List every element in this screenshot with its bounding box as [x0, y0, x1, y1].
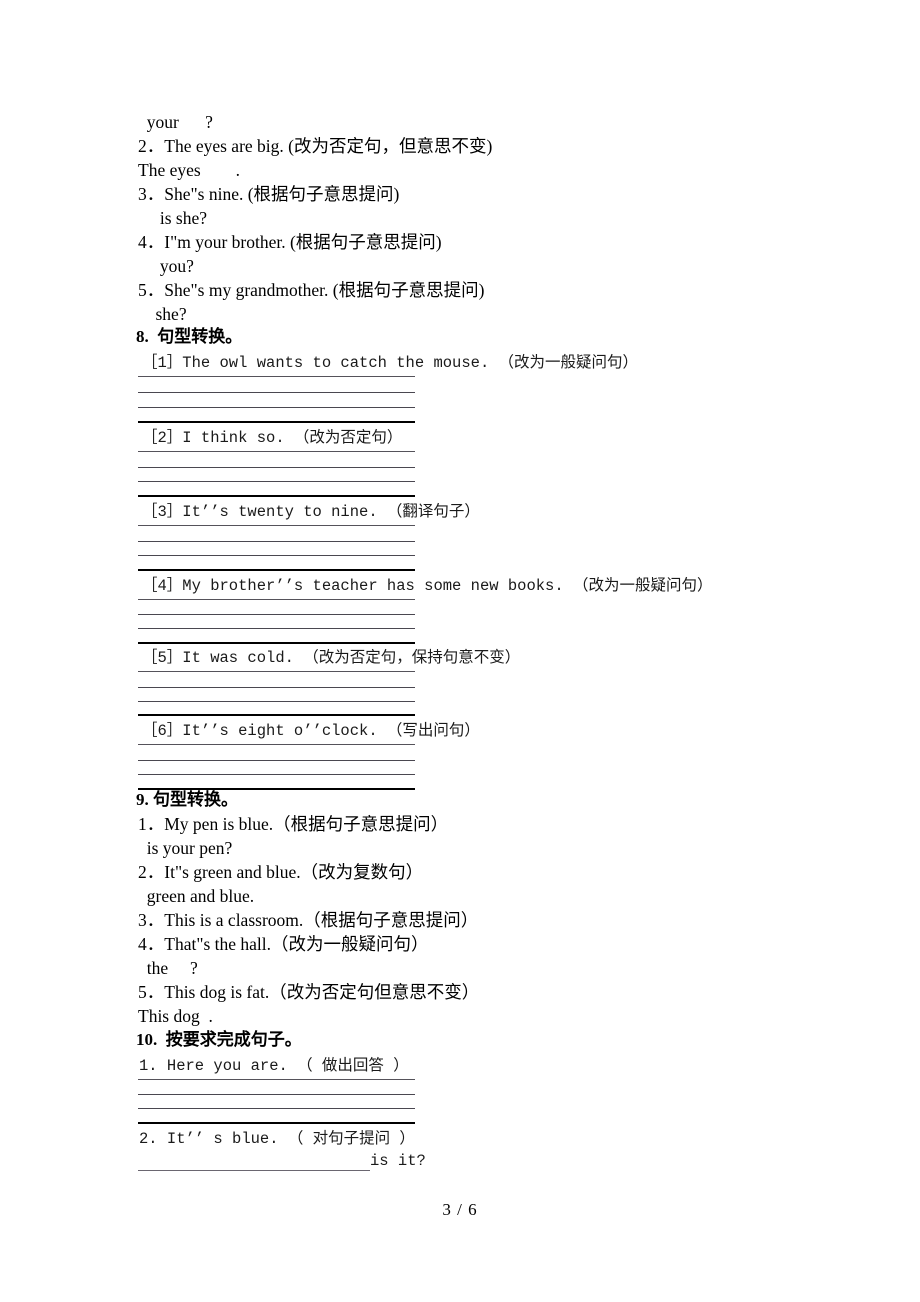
- answer-rule[interactable]: [138, 467, 415, 468]
- answer-rule[interactable]: [138, 1170, 370, 1171]
- section-9-line: the ?: [138, 958, 198, 978]
- section-9-line: 2．It"s green and blue.（改为复数句）: [138, 862, 424, 882]
- page-number: 3 / 6: [442, 1200, 478, 1219]
- answer-rule[interactable]: [138, 714, 415, 716]
- section-8-heading: 8. 句型转换。: [136, 327, 243, 346]
- section-8-item: ［1］The owl wants to catch the mouse. （改为…: [142, 354, 639, 372]
- exercise-line: she?: [138, 304, 187, 324]
- section-8-item: ［5］It was cold. （改为否定句，保持句意不变）: [142, 649, 521, 667]
- section-10-item: 2. It’’ s blue. （ 对句子提问 ）: [139, 1130, 415, 1148]
- answer-rule[interactable]: [138, 541, 415, 542]
- section-9-line: 1．My pen is blue.（根据句子意思提问）: [138, 814, 449, 834]
- answer-rule[interactable]: [138, 1122, 415, 1124]
- section-9-line: is your pen?: [138, 838, 233, 858]
- exercise-line: is she?: [138, 208, 208, 228]
- section-9-line: 4．That"s the hall.（改为一般疑问句）: [138, 934, 429, 954]
- section-9-line: 5．This dog is fat.（改为否定句但意思不变）: [138, 982, 480, 1002]
- answer-rule[interactable]: [138, 701, 415, 702]
- answer-rule[interactable]: [138, 774, 415, 775]
- answer-rule[interactable]: [138, 1094, 415, 1095]
- section-8-item: ［6］It’’s eight o’’clock. （写出问句）: [142, 722, 480, 740]
- exercise-line: 4．I"m your brother. (根据句子意思提问): [138, 232, 442, 252]
- exercise-line: your ?: [138, 112, 213, 132]
- answer-rule[interactable]: [138, 744, 415, 745]
- answer-rule[interactable]: [138, 451, 415, 452]
- section-8-item: ［2］I think so. （改为否定句）: [142, 429, 403, 447]
- answer-rule[interactable]: [138, 642, 415, 644]
- section-10-heading: 10. 按要求完成句子。: [136, 1030, 302, 1049]
- section-10-item: 1. Here you are. （ 做出回答 ）: [139, 1057, 409, 1075]
- section-8-item: ［4］My brother’’s teacher has some new bo…: [142, 577, 713, 595]
- answer-rule[interactable]: [138, 1108, 415, 1109]
- section-9-line: green and blue.: [138, 886, 255, 906]
- answer-rule[interactable]: [138, 760, 415, 761]
- answer-rule[interactable]: [138, 614, 415, 615]
- exercise-line: 5．She"s my grandmother. (根据句子意思提问): [138, 280, 485, 300]
- answer-rule[interactable]: [138, 687, 415, 688]
- exercise-line: The eyes .: [138, 160, 241, 180]
- answer-rule[interactable]: [138, 1079, 415, 1080]
- section-9-line: 3．This is a classroom.（根据句子意思提问）: [138, 910, 479, 930]
- answer-rule[interactable]: [138, 569, 415, 571]
- exercise-line: 3．She"s nine. (根据句子意思提问): [138, 184, 400, 204]
- exercise-line: 2．The eyes are big. (改为否定句，但意思不变): [138, 136, 493, 156]
- section-9-heading: 9. 句型转换。: [136, 790, 238, 809]
- answer-rule[interactable]: [138, 599, 415, 600]
- answer-rule[interactable]: [138, 671, 415, 672]
- answer-rule[interactable]: [138, 407, 415, 408]
- worksheet-page: your ? 2．The eyes are big. (改为否定句，但意思不变)…: [0, 0, 920, 1302]
- answer-rule[interactable]: [138, 555, 415, 556]
- answer-rule[interactable]: [138, 481, 415, 482]
- answer-rule[interactable]: [138, 376, 415, 377]
- answer-rule[interactable]: [138, 628, 415, 629]
- section-10-item-tail: is it?: [370, 1152, 426, 1170]
- exercise-line: you?: [138, 256, 194, 276]
- section-9-line: This dog .: [138, 1006, 213, 1026]
- answer-rule[interactable]: [138, 421, 415, 423]
- answer-rule[interactable]: [138, 392, 415, 393]
- answer-rule[interactable]: [138, 525, 415, 526]
- section-8-item: ［3］It’’s twenty to nine. （翻译句子）: [142, 503, 480, 521]
- answer-rule[interactable]: [138, 495, 415, 497]
